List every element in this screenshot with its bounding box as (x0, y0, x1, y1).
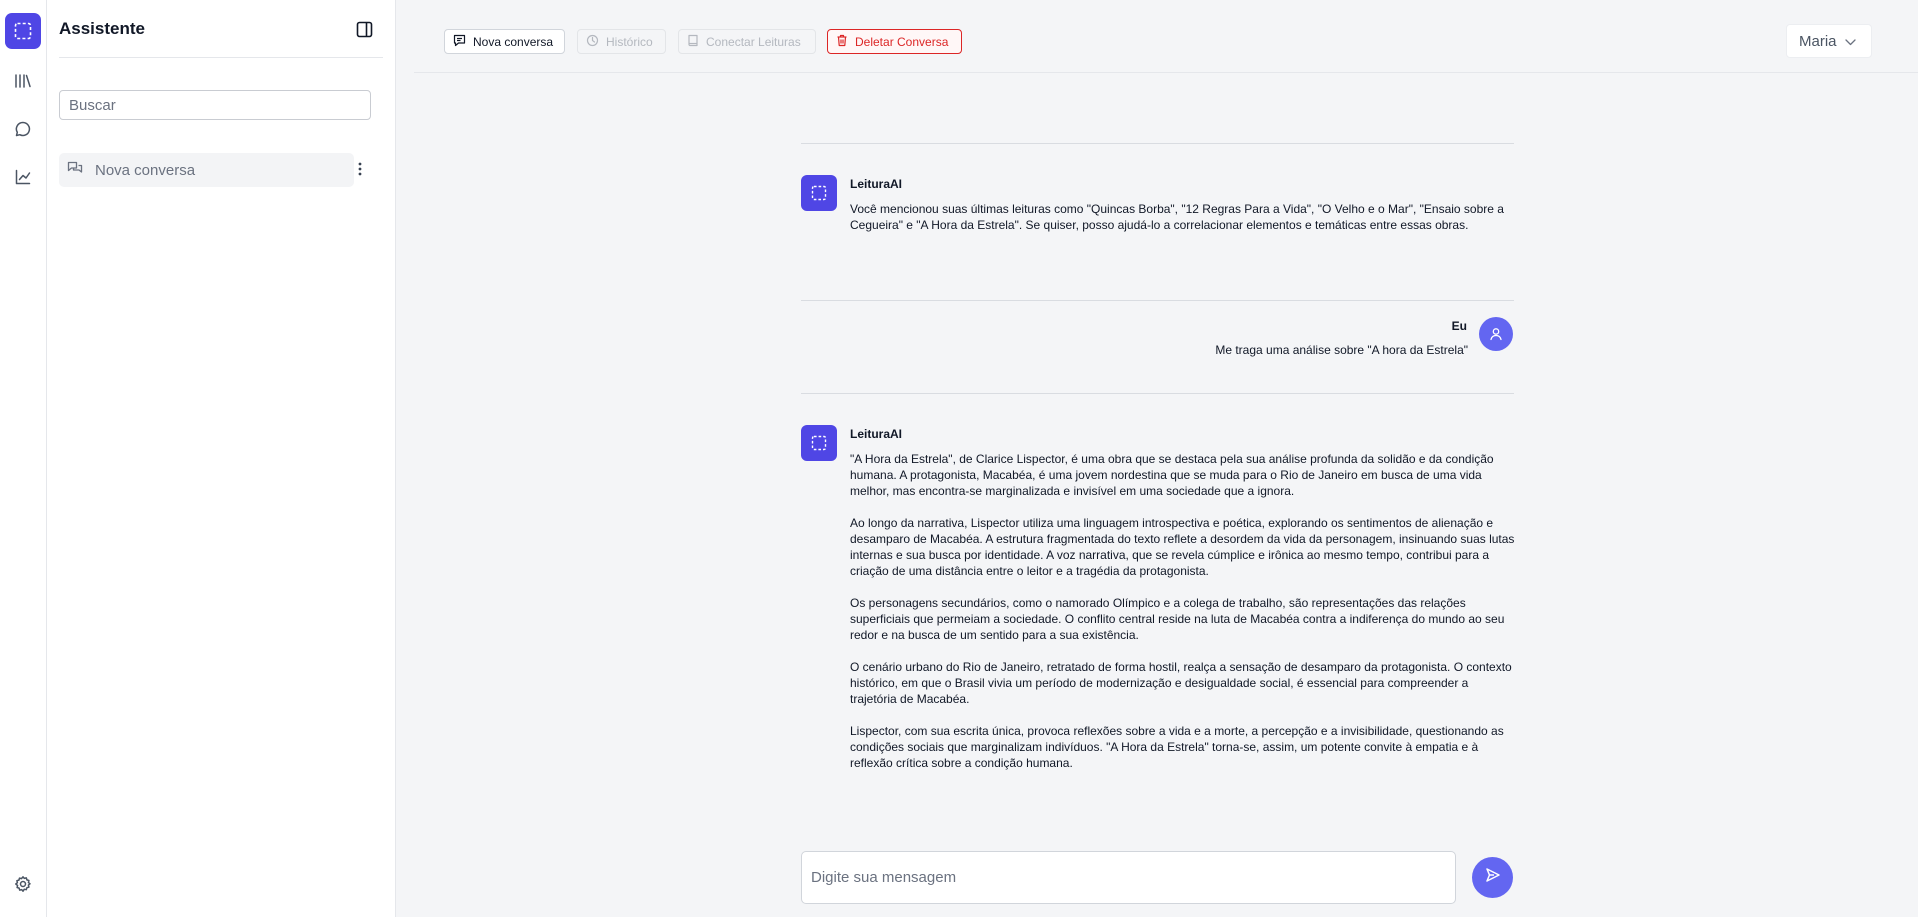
message-text: Você mencionou suas últimas leituras com… (850, 201, 1515, 249)
message-divider (801, 300, 1514, 301)
chart-icon[interactable] (12, 166, 34, 188)
search-input[interactable] (59, 90, 371, 120)
settings-icon[interactable] (12, 873, 34, 895)
message-divider (801, 393, 1514, 394)
message-paragraph: Ao longo da narrativa, Lispector utiliza… (850, 516, 1515, 578)
sidebar-divider (59, 57, 383, 58)
conversation-label: Nova conversa (95, 161, 196, 179)
icon-rail (0, 0, 47, 917)
conversation-item[interactable]: Nova conversa (59, 153, 354, 187)
connect-readings-button[interactable]: Conectar Leituras (678, 29, 816, 54)
message-paragraph: "A Hora da Estrela", de Clarice Lispecto… (850, 452, 1494, 498)
user-select-value: Maria (1799, 32, 1837, 50)
user-select[interactable]: Maria (1786, 24, 1872, 58)
message-paragraph: Lispector, com sua escrita única, provoc… (850, 724, 1504, 770)
chat-bubbles-icon (67, 161, 83, 179)
chat-icon (453, 34, 466, 50)
message-text: Me traga uma análise sobre "A hora da Es… (1000, 342, 1468, 374)
book-icon (687, 34, 699, 50)
trash-icon (836, 34, 848, 50)
message-text: "A Hora da Estrela", de Clarice Lispecto… (850, 451, 1515, 787)
message-divider (801, 143, 1514, 144)
conversation-menu-icon[interactable] (353, 158, 367, 180)
new-chat-label: Nova conversa (473, 34, 554, 49)
history-label: Histórico (606, 34, 653, 49)
send-icon (1485, 867, 1501, 888)
message-paragraph: O cenário urbano do Rio de Janeiro, retr… (850, 660, 1512, 706)
conversation-sidebar: Assistente Nova conversa (47, 0, 396, 917)
app-logo-icon[interactable] (5, 13, 41, 49)
connect-readings-label: Conectar Leituras (706, 34, 801, 49)
assistant-avatar-icon (801, 175, 837, 211)
new-chat-button[interactable]: Nova conversa (444, 29, 565, 54)
library-icon[interactable] (12, 70, 34, 92)
message-sender: LeituraAI (850, 427, 903, 441)
clock-icon (586, 34, 599, 50)
message-sender: LeituraAI (850, 177, 903, 191)
message-sender: Eu (1451, 319, 1467, 333)
message-paragraph: Me traga uma análise sobre "A hora da Es… (1215, 343, 1468, 357)
send-button[interactable] (1472, 857, 1513, 898)
message-paragraph: Os personagens secundários, como o namor… (850, 596, 1505, 642)
chevron-down-icon (1844, 33, 1856, 50)
delete-conversation-button[interactable]: Deletar Conversa (827, 29, 962, 54)
sidebar-title: Assistente (59, 19, 145, 38)
chat-icon[interactable] (12, 118, 34, 140)
message-input[interactable] (801, 851, 1456, 904)
assistant-avatar-icon (801, 425, 837, 461)
delete-conversation-label: Deletar Conversa (855, 34, 949, 49)
history-button[interactable]: Histórico (577, 29, 666, 54)
user-avatar-icon (1479, 317, 1513, 351)
message-paragraph: Você mencionou suas últimas leituras com… (850, 202, 1504, 232)
collapse-sidebar-icon[interactable] (353, 18, 375, 40)
